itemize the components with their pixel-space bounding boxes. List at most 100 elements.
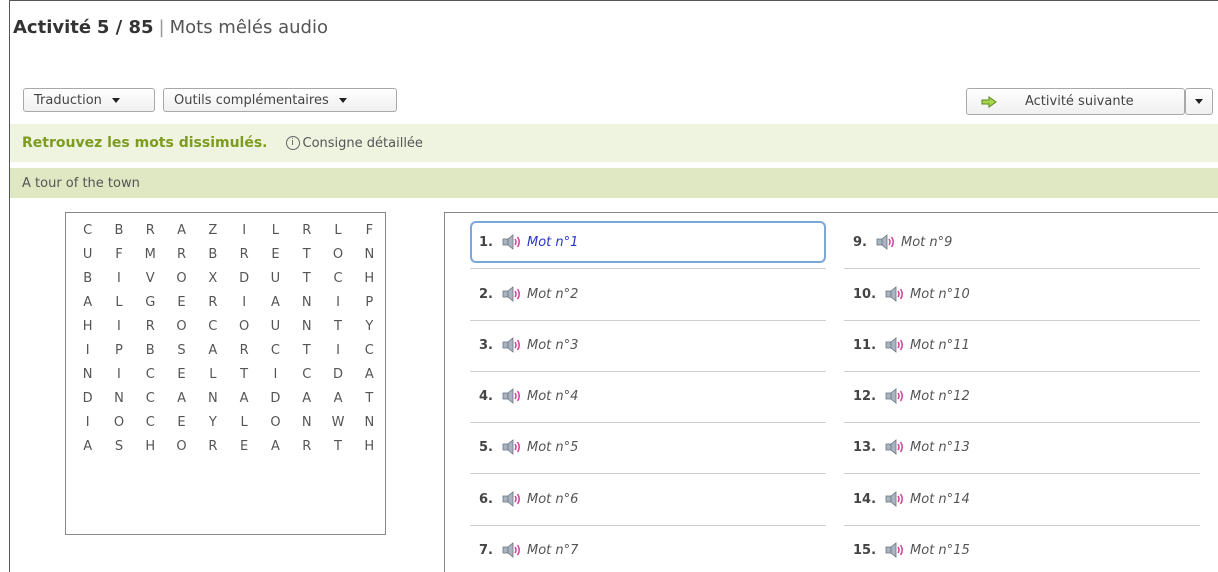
- grid-letter[interactable]: O: [260, 411, 291, 435]
- grid-letter[interactable]: O: [322, 243, 353, 267]
- grid-letter[interactable]: O: [166, 435, 197, 459]
- grid-letter[interactable]: R: [135, 219, 166, 243]
- speaker-icon[interactable]: [502, 439, 522, 455]
- speaker-icon[interactable]: [502, 234, 522, 250]
- grid-letter[interactable]: E: [260, 243, 291, 267]
- grid-letter[interactable]: T: [354, 387, 385, 411]
- grid-letter[interactable]: N: [354, 411, 385, 435]
- grid-letter[interactable]: I: [228, 219, 259, 243]
- word-item[interactable]: 7. Mot n°7: [470, 529, 826, 571]
- grid-letter[interactable]: Y: [197, 411, 228, 435]
- grid-letter[interactable]: R: [228, 339, 259, 363]
- word-item[interactable]: 5. Mot n°5: [470, 426, 826, 468]
- speaker-icon[interactable]: [885, 491, 905, 507]
- grid-letter[interactable]: F: [103, 243, 134, 267]
- speaker-icon[interactable]: [502, 388, 522, 404]
- grid-letter[interactable]: R: [291, 219, 322, 243]
- grid-letter[interactable]: R: [228, 243, 259, 267]
- grid-letter[interactable]: R: [291, 435, 322, 459]
- grid-letter[interactable]: O: [166, 267, 197, 291]
- grid-letter[interactable]: I: [72, 339, 103, 363]
- grid-letter[interactable]: C: [322, 267, 353, 291]
- grid-letter[interactable]: P: [354, 291, 385, 315]
- speaker-icon[interactable]: [502, 286, 522, 302]
- grid-letter[interactable]: I: [322, 339, 353, 363]
- grid-letter[interactable]: D: [72, 387, 103, 411]
- speaker-icon[interactable]: [885, 337, 905, 353]
- grid-letter[interactable]: H: [135, 435, 166, 459]
- speaker-icon[interactable]: [502, 491, 522, 507]
- grid-letter[interactable]: A: [72, 435, 103, 459]
- grid-letter[interactable]: A: [260, 291, 291, 315]
- grid-letter[interactable]: U: [260, 315, 291, 339]
- grid-letter[interactable]: T: [291, 243, 322, 267]
- grid-letter[interactable]: A: [166, 219, 197, 243]
- word-item[interactable]: 14. Mot n°14: [844, 478, 1200, 520]
- next-activity-button[interactable]: Activité suivante: [966, 88, 1185, 115]
- grid-letter[interactable]: R: [197, 435, 228, 459]
- grid-letter[interactable]: B: [135, 339, 166, 363]
- grid-letter[interactable]: U: [72, 243, 103, 267]
- grid-letter[interactable]: G: [135, 291, 166, 315]
- grid-letter[interactable]: V: [135, 267, 166, 291]
- speaker-icon[interactable]: [885, 542, 905, 558]
- grid-letter[interactable]: A: [322, 387, 353, 411]
- detailed-instruction-link[interactable]: i Consigne détaillée: [285, 136, 423, 151]
- grid-letter[interactable]: T: [228, 363, 259, 387]
- grid-letter[interactable]: B: [103, 219, 134, 243]
- speaker-icon[interactable]: [885, 439, 905, 455]
- grid-letter[interactable]: H: [354, 267, 385, 291]
- grid-letter[interactable]: C: [72, 219, 103, 243]
- grid-letter[interactable]: S: [166, 339, 197, 363]
- grid-letter[interactable]: N: [291, 411, 322, 435]
- grid-letter[interactable]: A: [166, 387, 197, 411]
- grid-letter[interactable]: C: [354, 339, 385, 363]
- word-item[interactable]: 6. Mot n°6: [470, 478, 826, 520]
- grid-letter[interactable]: A: [260, 435, 291, 459]
- grid-letter[interactable]: A: [291, 387, 322, 411]
- word-item[interactable]: 12. Mot n°12: [844, 375, 1200, 417]
- grid-letter[interactable]: O: [103, 411, 134, 435]
- word-item[interactable]: 11. Mot n°11: [844, 324, 1200, 366]
- next-activity-menu-button[interactable]: [1185, 88, 1213, 115]
- grid-letter[interactable]: T: [322, 315, 353, 339]
- grid-letter[interactable]: C: [135, 411, 166, 435]
- grid-letter[interactable]: C: [291, 363, 322, 387]
- speaker-icon[interactable]: [885, 286, 905, 302]
- word-item[interactable]: 10. Mot n°10: [844, 273, 1200, 315]
- grid-letter[interactable]: A: [72, 291, 103, 315]
- grid-letter[interactable]: L: [103, 291, 134, 315]
- grid-letter[interactable]: H: [72, 315, 103, 339]
- grid-letter[interactable]: U: [260, 267, 291, 291]
- grid-letter[interactable]: L: [322, 219, 353, 243]
- word-item[interactable]: 3. Mot n°3: [470, 324, 826, 366]
- grid-letter[interactable]: D: [322, 363, 353, 387]
- grid-letter[interactable]: E: [166, 411, 197, 435]
- grid-letter[interactable]: N: [197, 387, 228, 411]
- grid-letter[interactable]: H: [354, 435, 385, 459]
- speaker-icon[interactable]: [885, 388, 905, 404]
- grid-letter[interactable]: R: [135, 315, 166, 339]
- word-item[interactable]: 2. Mot n°2: [470, 273, 826, 315]
- grid-letter[interactable]: N: [291, 291, 322, 315]
- grid-letter[interactable]: X: [197, 267, 228, 291]
- speaker-icon[interactable]: [502, 542, 522, 558]
- grid-letter[interactable]: M: [135, 243, 166, 267]
- grid-letter[interactable]: L: [197, 363, 228, 387]
- grid-letter[interactable]: E: [166, 291, 197, 315]
- grid-letter[interactable]: R: [197, 291, 228, 315]
- grid-letter[interactable]: T: [291, 267, 322, 291]
- grid-letter[interactable]: Z: [197, 219, 228, 243]
- word-item[interactable]: 1. Mot n°1: [470, 221, 826, 263]
- grid-letter[interactable]: I: [103, 267, 134, 291]
- grid-letter[interactable]: S: [103, 435, 134, 459]
- translation-dropdown[interactable]: Traduction: [23, 88, 155, 112]
- grid-letter[interactable]: N: [72, 363, 103, 387]
- grid-letter[interactable]: I: [228, 291, 259, 315]
- grid-letter[interactable]: O: [166, 315, 197, 339]
- grid-letter[interactable]: O: [228, 315, 259, 339]
- grid-letter[interactable]: I: [260, 363, 291, 387]
- grid-letter[interactable]: E: [228, 435, 259, 459]
- grid-letter[interactable]: C: [197, 315, 228, 339]
- word-item[interactable]: 15. Mot n°15: [844, 529, 1200, 571]
